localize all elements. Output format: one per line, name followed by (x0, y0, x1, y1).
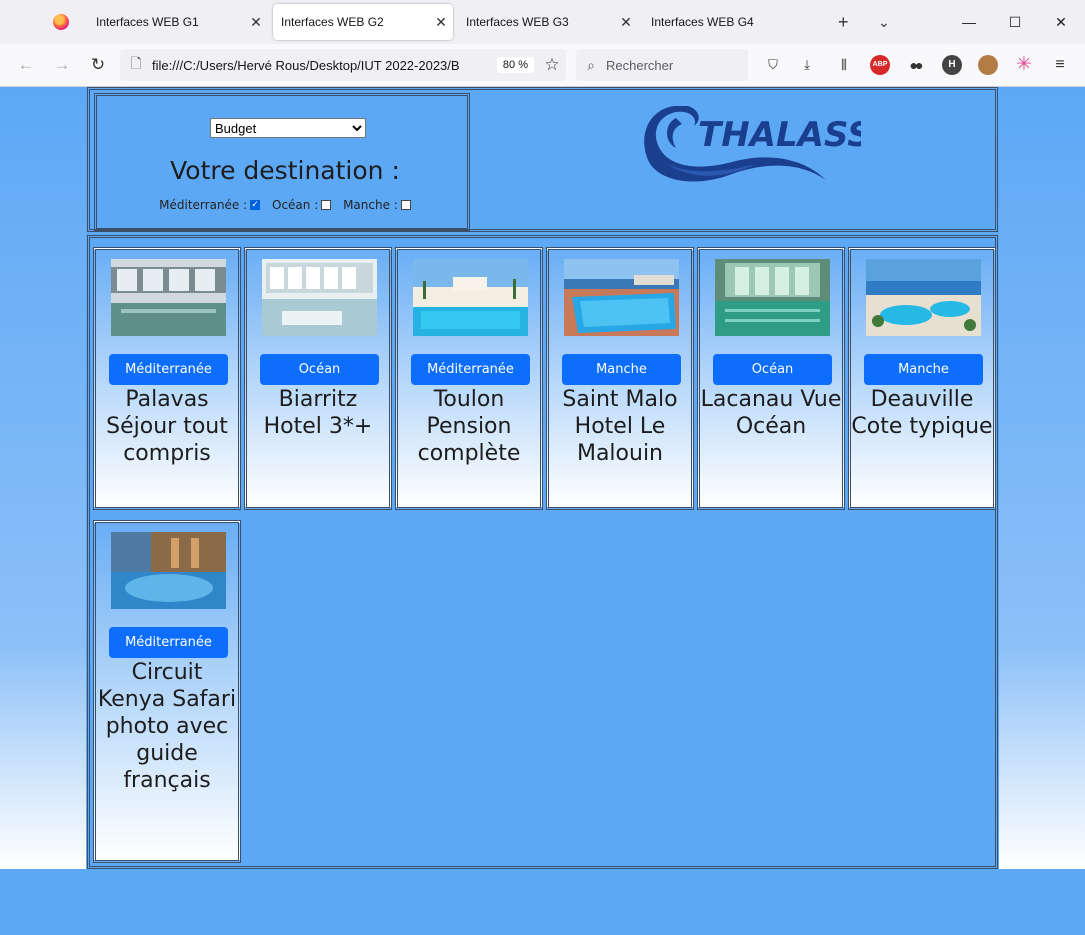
option-manche[interactable]: Manche : (343, 198, 411, 212)
seaside-pool-icon (564, 259, 679, 336)
region-button[interactable]: Méditerranée (411, 354, 530, 385)
indoor-pool-icon (715, 259, 830, 336)
adblock-icon[interactable]: ABP (870, 55, 890, 75)
region-button[interactable]: Manche (864, 354, 983, 385)
offer-title: Toulon Pension complète (417, 387, 521, 466)
destination-title: Votre destination : (170, 156, 400, 185)
offer-title: Deauville Cote typique (851, 387, 993, 439)
close-tab-icon[interactable]: ✕ (429, 14, 453, 31)
offer-title: Circuit Kenya Safari photo avec guide fr… (97, 660, 237, 793)
pocket-icon[interactable]: ⛉ (763, 55, 783, 75)
tab-bar: Interfaces WEB G1 ✕ Interfaces WEB G2 ✕ … (0, 0, 1085, 44)
url-text[interactable]: file:///C:/Users/Hervé Rous/Desktop/IUT … (152, 58, 493, 73)
region-button[interactable]: Manche (562, 354, 681, 385)
filter-panel: Budget Votre destination : Méditerranée … (94, 93, 470, 231)
maximize-icon[interactable]: ☐ (992, 8, 1038, 36)
close-tab-icon[interactable]: ✕ (614, 14, 638, 31)
indoor-pool-icon (262, 259, 377, 336)
new-tab-icon[interactable]: + (838, 9, 849, 35)
offer-title: Biarritz Hotel 3*+ (263, 387, 373, 439)
cookie-extension-icon[interactable] (978, 55, 998, 75)
option-ocean[interactable]: Océan : (272, 198, 332, 212)
back-arrow-icon[interactable]: ← (14, 53, 38, 77)
region-button[interactable]: Océan (260, 354, 379, 385)
checkbox-ocean[interactable] (321, 200, 332, 210)
indoor-pool-icon (111, 259, 226, 336)
url-bar[interactable]: 🗋 file:///C:/Users/Hervé Rous/Desktop/IU… (120, 49, 566, 81)
offer-title: Palavas Séjour tout compris (106, 387, 228, 466)
budget-select[interactable]: Budget (210, 118, 366, 138)
resort-pool-icon (866, 259, 981, 336)
region-button[interactable]: Méditerranée (109, 627, 228, 658)
search-placeholder: Rechercher (606, 57, 674, 73)
option-label: Méditerranée : (159, 198, 248, 212)
thalasso-logo: THALASSO (636, 102, 901, 192)
reload-icon[interactable]: ↻ (86, 53, 110, 77)
checkbox-manche[interactable] (400, 200, 411, 210)
footer-band (0, 869, 1085, 935)
list-tabs-chevron-icon[interactable]: ⌄ (878, 9, 890, 35)
offers-grid: Méditerranée Palavas Séjour tout compris… (87, 235, 998, 869)
region-button[interactable]: Océan (713, 354, 832, 385)
bookmark-star-icon[interactable]: ☆ (538, 55, 566, 75)
extension-dots-icon[interactable]: ●● (905, 55, 925, 75)
offer-title: Lacanau Vue Océan (700, 387, 842, 439)
firefox-icon[interactable] (53, 14, 69, 30)
tab-g4[interactable]: Interfaces WEB G4 (643, 4, 823, 40)
checkbox-mediterranee[interactable]: ✓ (250, 200, 261, 210)
tab-g1[interactable]: Interfaces WEB G1 ✕ (88, 4, 268, 40)
logo-text: THALASSO (698, 115, 861, 155)
h-extension-icon[interactable]: H (942, 55, 962, 75)
option-label: Océan : (272, 198, 319, 212)
spa-pool-icon (111, 532, 226, 609)
search-icon: ⌕ (587, 56, 595, 73)
header-section: Budget Votre destination : Méditerranée … (87, 87, 998, 232)
main-container: Budget Votre destination : Méditerranée … (86, 87, 999, 869)
resort-pool-icon (413, 259, 528, 336)
menu-icon[interactable]: ≡ (1050, 55, 1070, 75)
close-window-icon[interactable]: ✕ (1038, 8, 1084, 36)
search-bar[interactable]: ⌕ Rechercher (576, 49, 748, 81)
tab-g2[interactable]: Interfaces WEB G2 ✕ (273, 4, 453, 40)
tab-g3[interactable]: Interfaces WEB G3 ✕ (458, 4, 638, 40)
forward-arrow-icon[interactable]: → (50, 53, 74, 77)
destination-options: Méditerranée : ✓ Océan : Manche : (97, 198, 473, 212)
library-icon[interactable]: ⫼ (834, 55, 854, 75)
region-button[interactable]: Méditerranée (109, 354, 228, 385)
minimize-icon[interactable]: — (946, 8, 992, 36)
option-mediterranee[interactable]: Méditerranée : ✓ (159, 198, 261, 212)
tab-label: Interfaces WEB G2 (281, 15, 384, 29)
offer-title: Saint Malo Hotel Le Malouin (562, 387, 678, 466)
option-label: Manche : (343, 198, 398, 212)
download-icon[interactable]: ⤓ (797, 55, 817, 75)
navigation-toolbar: ← → ↻ 🗋 file:///C:/Users/Hervé Rous/Desk… (0, 44, 1085, 87)
offer-card[interactable]: Manche Saint Malo Hotel Le Malouin (546, 247, 694, 510)
extension-star-icon[interactable]: ✳ (1014, 55, 1034, 75)
offer-card[interactable]: Méditerranée Circuit Kenya Safari photo … (93, 520, 241, 863)
zoom-indicator[interactable]: 80 % (496, 57, 534, 73)
tab-label: Interfaces WEB G1 (96, 15, 199, 29)
page-icon: 🗋 (130, 55, 142, 71)
tab-label: Interfaces WEB G3 (466, 15, 569, 29)
page-viewport: Budget Votre destination : Méditerranée … (0, 87, 1085, 935)
close-tab-icon[interactable]: ✕ (244, 14, 268, 31)
offer-card[interactable]: Méditerranée Toulon Pension complète (395, 247, 543, 510)
offer-card[interactable]: Méditerranée Palavas Séjour tout compris (93, 247, 241, 510)
offer-card[interactable]: Manche Deauville Cote typique (848, 247, 996, 510)
offer-card[interactable]: Océan Lacanau Vue Océan (697, 247, 845, 510)
tab-label: Interfaces WEB G4 (651, 15, 754, 29)
offer-card[interactable]: Océan Biarritz Hotel 3*+ (244, 247, 392, 510)
